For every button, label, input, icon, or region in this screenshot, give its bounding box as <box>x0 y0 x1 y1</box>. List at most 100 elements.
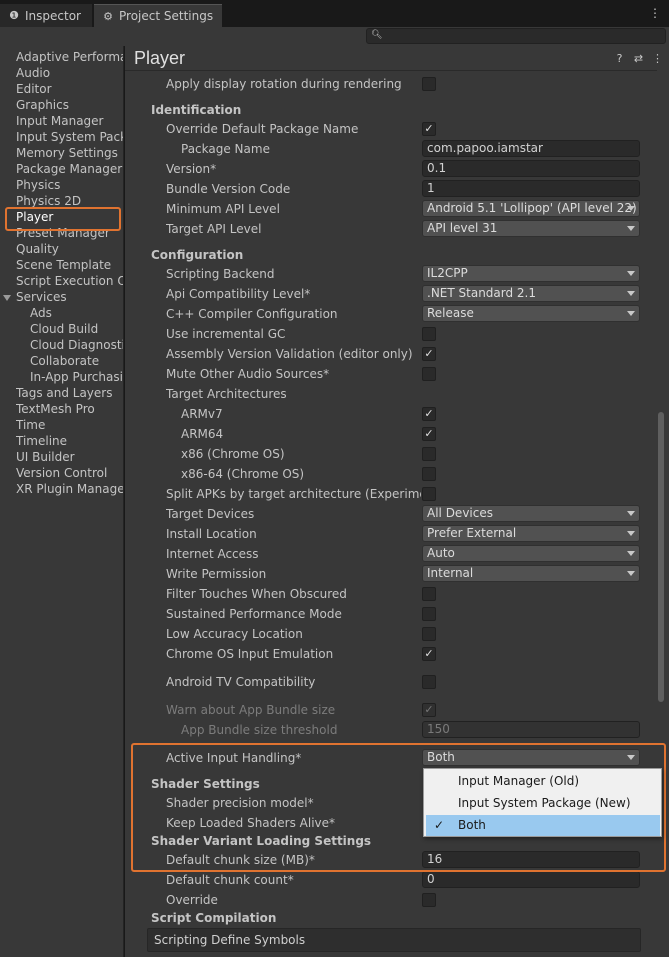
checkbox-filter-touches[interactable] <box>422 587 436 601</box>
sidebar-item-input-manager[interactable]: Input Manager <box>16 113 123 129</box>
checkbox-x86-64-chrome-os[interactable] <box>422 467 436 481</box>
label-sustained-performance: Sustained Performance Mode <box>166 607 342 621</box>
checkbox-arm64[interactable]: ✓ <box>422 427 436 441</box>
checkbox-chrome-os-input-emulation[interactable]: ✓ <box>422 647 436 661</box>
label-incremental-gc: Use incremental GC <box>166 327 286 341</box>
window-menu-icon[interactable]: ⋮ <box>649 6 661 20</box>
sidebar-item-memory-settings[interactable]: Memory Settings <box>16 145 123 161</box>
sidebar-item-scene-template[interactable]: Scene Template <box>16 257 123 273</box>
scripting-define-symbols-foldout[interactable]: Scripting Define Symbols <box>147 928 641 952</box>
sidebar-item-ui-builder[interactable]: UI Builder <box>16 449 123 465</box>
sidebar-item-cloud-build[interactable]: Cloud Build <box>30 321 123 337</box>
label-chrome-os-input-emulation: Chrome OS Input Emulation <box>166 647 334 661</box>
tab-project-settings[interactable]: ⚙ Project Settings <box>94 4 222 27</box>
label-target-devices: Target Devices <box>166 507 255 521</box>
menu-item-both[interactable]: ✓ Both <box>426 815 660 836</box>
checkbox-low-accuracy-location[interactable] <box>422 627 436 641</box>
sidebar-item-audio[interactable]: Audio <box>16 65 123 81</box>
active-input-handling-dropdown[interactable]: Both <box>422 749 640 766</box>
package-name-field[interactable]: com.papoo.iamstar <box>422 140 640 157</box>
sidebar-item-cloud-diagnostics[interactable]: Cloud Diagnostics <box>30 337 123 353</box>
header-divider <box>125 70 657 71</box>
sidebar-item-collaborate[interactable]: Collaborate <box>30 353 123 369</box>
chevron-down-icon <box>627 571 635 576</box>
sidebar-item-graphics[interactable]: Graphics <box>16 97 123 113</box>
chevron-down-icon <box>627 531 635 536</box>
write-permission-value: Internal <box>427 566 474 580</box>
sidebar-item-adaptive-performance[interactable]: Adaptive Performance <box>16 49 123 65</box>
cpp-compiler-configuration-dropdown[interactable]: Release <box>422 305 640 322</box>
target-devices-value: All Devices <box>427 506 493 520</box>
checkbox-apply-display-rotation[interactable] <box>422 77 436 91</box>
bundle-version-code-field[interactable]: 1 <box>422 180 640 197</box>
label-shader-precision-model: Shader precision model* <box>166 796 314 810</box>
sidebar-item-timeline[interactable]: Timeline <box>16 433 123 449</box>
cpp-compiler-configuration-value: Release <box>427 306 474 320</box>
sidebar-item-editor[interactable]: Editor <box>16 81 123 97</box>
default-chunk-count-field[interactable]: 0 <box>422 871 640 888</box>
sidebar-item-in-app-purchasing[interactable]: In-App Purchasing <box>30 369 123 385</box>
sidebar-item-package-manager[interactable]: Package Manager <box>16 161 123 177</box>
label-android-tv-compatibility: Android TV Compatibility <box>166 675 316 689</box>
default-chunk-size-field[interactable]: 16 <box>422 851 640 868</box>
sidebar-item-time[interactable]: Time <box>16 417 123 433</box>
panel-header: Player ? ⇄ ⋮ <box>125 46 669 70</box>
gear-icon: ⚙ <box>103 9 113 23</box>
scripting-backend-value: IL2CPP <box>427 266 468 280</box>
checkbox-sustained-performance[interactable] <box>422 607 436 621</box>
scripting-backend-dropdown[interactable]: IL2CPP <box>422 265 640 282</box>
search-input[interactable]: 🔍︎ <box>366 28 666 44</box>
minimum-api-level-value: Android 5.1 'Lollipop' (API level 22) <box>427 201 637 215</box>
header-shader-settings: Shader Settings <box>151 777 260 791</box>
checkbox-override[interactable] <box>422 893 436 907</box>
checkbox-incremental-gc[interactable] <box>422 327 436 341</box>
tab-inspector-label: Inspector <box>25 8 81 23</box>
header-script-compilation: Script Compilation <box>151 911 277 925</box>
label-target-api-level: Target API Level <box>166 222 262 236</box>
sidebar-item-physics[interactable]: Physics <box>16 177 123 193</box>
sidebar-item-script-execution-order[interactable]: Script Execution Order <box>16 273 123 289</box>
install-location-dropdown[interactable]: Prefer External <box>422 525 640 542</box>
sidebar-item-version-control[interactable]: Version Control <box>16 465 123 481</box>
label-apply-display-rotation: Apply display rotation during rendering <box>166 77 402 91</box>
sidebar-item-textmesh-pro[interactable]: TextMesh Pro <box>16 401 123 417</box>
version-field[interactable]: 0.1 <box>422 160 640 177</box>
label-x86-chrome-os: x86 (Chrome OS) <box>181 447 285 461</box>
app-bundle-threshold-field: 150 <box>422 721 640 738</box>
label-keep-loaded-shaders: Keep Loaded Shaders Alive* <box>166 816 336 830</box>
sidebar-item-services[interactable]: Services <box>16 289 123 305</box>
preset-icon[interactable]: ⇄ <box>633 52 644 65</box>
expand-arrow-icon[interactable] <box>3 295 11 301</box>
sidebar-item-input-system-package[interactable]: Input System Package <box>16 129 123 145</box>
checkbox-android-tv-compatibility[interactable] <box>422 675 436 689</box>
target-api-level-value: API level 31 <box>427 221 498 235</box>
sidebar-item-tags-and-layers[interactable]: Tags and Layers <box>16 385 123 401</box>
tab-inspector[interactable]: ❶ Inspector <box>0 4 92 27</box>
menu-item-input-system-package-new[interactable]: Input System Package (New) <box>426 793 660 814</box>
checkbox-mute-other-audio[interactable] <box>422 367 436 381</box>
header-configuration: Configuration <box>151 248 244 262</box>
target-api-level-dropdown[interactable]: API level 31 <box>422 220 640 237</box>
checkbox-assembly-version-validation[interactable]: ✓ <box>422 347 436 361</box>
checkbox-x86-chrome-os[interactable] <box>422 447 436 461</box>
chevron-down-icon <box>627 206 635 211</box>
menu-item-input-manager-old[interactable]: Input Manager (Old) <box>426 771 660 792</box>
vertical-scrollbar[interactable] <box>658 412 664 702</box>
checkbox-split-apks[interactable] <box>422 487 436 501</box>
sidebar-item-xr-plugin-management[interactable]: XR Plugin Management <box>16 481 123 497</box>
write-permission-dropdown[interactable]: Internal <box>422 565 640 582</box>
api-compatibility-dropdown[interactable]: .NET Standard 2.1 <box>422 285 640 302</box>
target-devices-dropdown[interactable]: All Devices <box>422 505 640 522</box>
internet-access-dropdown[interactable]: Auto <box>422 545 640 562</box>
more-options-icon[interactable]: ⋮ <box>652 52 663 65</box>
minimum-api-level-dropdown[interactable]: Android 5.1 'Lollipop' (API level 22) <box>422 200 640 217</box>
checkbox-armv7[interactable]: ✓ <box>422 407 436 421</box>
checkmark-icon: ✓ <box>434 818 445 832</box>
sidebar-item-ads[interactable]: Ads <box>30 305 123 321</box>
label-bundle-version-code: Bundle Version Code <box>166 182 291 196</box>
checkbox-override-package-name[interactable]: ✓ <box>422 122 436 136</box>
scripting-define-symbols-label: Scripting Define Symbols <box>154 933 306 947</box>
sidebar-item-quality[interactable]: Quality <box>16 241 123 257</box>
help-icon[interactable]: ? <box>614 52 625 65</box>
chevron-down-icon <box>627 755 635 760</box>
